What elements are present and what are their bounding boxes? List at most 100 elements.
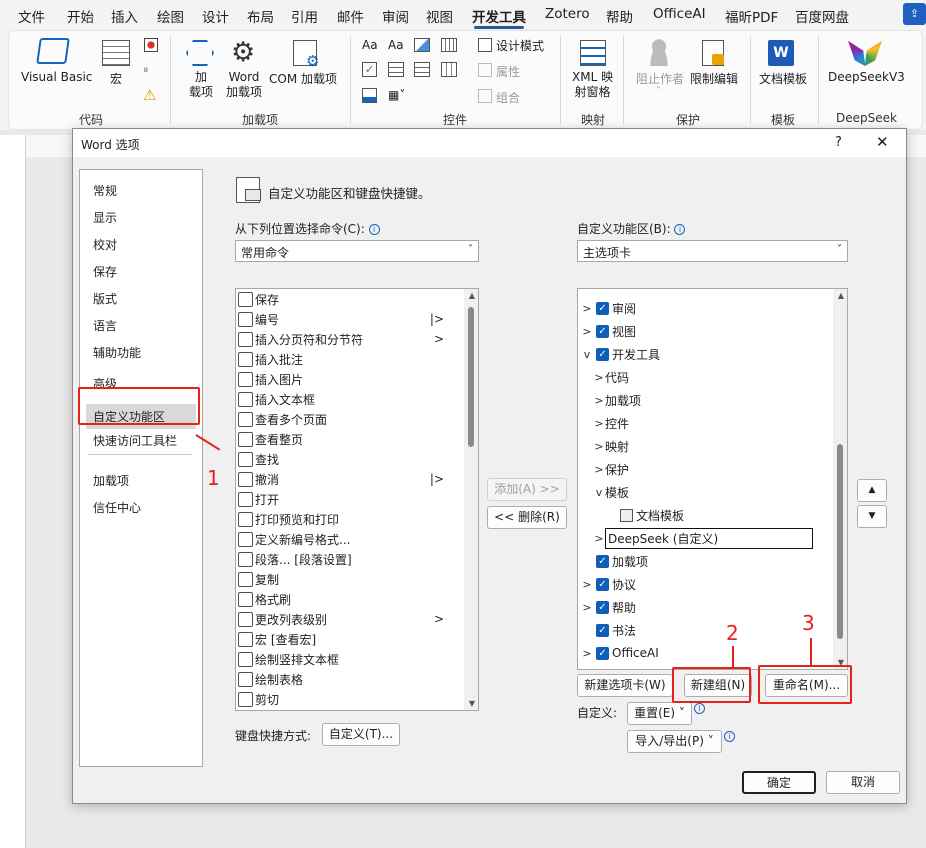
command-item[interactable]: 撤消 |>	[236, 469, 466, 489]
legacy-tools-icon[interactable]: ▦˅	[388, 88, 405, 102]
command-item[interactable]: 复制	[236, 569, 466, 589]
repeating-section-icon[interactable]	[362, 88, 377, 103]
ok-button[interactable]: 确定	[742, 771, 816, 794]
tree-item[interactable]: ✓ 加载项	[581, 550, 648, 572]
tree-item[interactable]: > 控件	[593, 412, 629, 434]
nav-item-9[interactable]: 快速访问工具栏	[93, 432, 177, 449]
checkbox-icon[interactable]: ✓	[596, 554, 609, 568]
chevron-right-icon[interactable]: >	[581, 601, 593, 614]
tree-item[interactable]: >✓福昕PDF	[581, 665, 659, 671]
chevron-down-icon[interactable]: v	[593, 486, 605, 499]
building-block-icon[interactable]	[441, 38, 457, 52]
dropdown-control-icon[interactable]	[414, 62, 430, 77]
menu-item-12[interactable]: 帮助	[606, 6, 633, 26]
scroll-down-icon[interactable]: ▼	[469, 699, 475, 708]
checkbox-icon[interactable]: ✓	[596, 670, 609, 671]
move-up-button[interactable]: ▲	[857, 479, 887, 502]
chevron-down-icon[interactable]: v	[581, 348, 593, 361]
command-item[interactable]: 绘制竖排文本框	[236, 649, 466, 669]
nav-item-1[interactable]: 显示	[93, 209, 117, 226]
restrict-editing-button[interactable]: 限制编辑	[690, 70, 738, 87]
command-item[interactable]: 插入图片	[236, 369, 466, 389]
nav-item-4[interactable]: 版式	[93, 290, 117, 307]
chevron-right-icon[interactable]: >	[593, 371, 605, 384]
nav-item-10[interactable]: 加载项	[93, 472, 129, 489]
tree-item[interactable]: > 映射	[593, 435, 629, 457]
command-item[interactable]: 保存	[236, 289, 466, 309]
tree-item[interactable]: > ✓ 帮助	[581, 596, 636, 618]
command-item[interactable]: 绘制表格	[236, 669, 466, 689]
com-addins-button[interactable]: COM 加载项	[269, 70, 337, 87]
checkbox-control-icon[interactable]: ✓	[362, 62, 377, 77]
command-item[interactable]: 段落... [段落设置]	[236, 549, 466, 569]
menu-item-11[interactable]: Zotero	[545, 6, 590, 22]
scroll-up-icon[interactable]: ▲	[838, 291, 844, 300]
checkbox-icon[interactable]: ✓	[596, 600, 609, 614]
nav-item-5[interactable]: 语言	[93, 317, 117, 334]
nav-item-11[interactable]: 信任中心	[93, 499, 141, 516]
share-button[interactable]: ⇪	[903, 3, 926, 25]
chevron-right-icon[interactable]: >	[581, 302, 593, 315]
menu-item-6[interactable]: 引用	[291, 6, 318, 26]
menu-item-9[interactable]: 视图	[426, 6, 453, 26]
tree-scroll-thumb[interactable]	[837, 444, 843, 639]
chevron-right-icon[interactable]: >	[581, 670, 593, 671]
tree-item[interactable]: v 模板	[593, 481, 629, 503]
command-item[interactable]: 插入文本框	[236, 389, 466, 409]
chevron-right-icon[interactable]: >	[593, 417, 605, 430]
tree-item[interactable]: > ✓ 协议	[581, 573, 636, 595]
macro-button[interactable]: 宏	[110, 70, 122, 87]
command-item[interactable]: 格式刷	[236, 589, 466, 609]
document-template-button[interactable]: 文档模板	[759, 70, 807, 87]
tree-item[interactable]: ✓ 书法	[581, 619, 636, 641]
design-mode-button[interactable]: 设计模式	[496, 37, 544, 54]
tree-item[interactable]: > 保护	[593, 458, 629, 480]
tree-item[interactable]: > ✓ 视图	[581, 320, 636, 342]
menu-item-4[interactable]: 设计	[202, 6, 229, 26]
checkbox-icon[interactable]: ✓	[596, 577, 609, 591]
visual-basic-button[interactable]: Visual Basic	[21, 70, 92, 84]
command-item[interactable]: 宏 [查看宏]	[236, 629, 466, 649]
menu-item-2[interactable]: 插入	[111, 6, 138, 26]
menu-item-14[interactable]: 福昕PDF	[725, 6, 778, 26]
menu-item-5[interactable]: 布局	[247, 6, 274, 26]
tree-item[interactable]: > 代码	[593, 366, 629, 388]
chevron-right-icon[interactable]: >	[593, 394, 605, 407]
command-item[interactable]: 查看多个页面	[236, 409, 466, 429]
picture-control-icon[interactable]	[414, 38, 430, 52]
properties-button[interactable]: 属性	[496, 63, 520, 80]
combo-box-control-icon[interactable]	[388, 62, 404, 77]
menu-item-3[interactable]: 绘图	[157, 6, 184, 26]
command-item[interactable]: 定义新编号格式...	[236, 529, 466, 549]
word-addins-button[interactable]: Word 加载项	[226, 70, 262, 100]
menu-item-0[interactable]: 文件	[18, 6, 45, 26]
combine-button[interactable]: 组合	[496, 89, 520, 106]
choose-commands-select[interactable]: 常用命令 ˅	[235, 240, 479, 262]
keyboard-customize-button[interactable]: 自定义(T)...	[322, 723, 400, 746]
move-down-button[interactable]: ▼	[857, 505, 887, 528]
cancel-button[interactable]: 取消	[826, 771, 900, 794]
reset-button[interactable]: 重置(E) ˅	[627, 702, 692, 725]
date-picker-icon[interactable]	[441, 62, 457, 77]
nav-item-3[interactable]: 保存	[93, 263, 117, 280]
checkbox-icon[interactable]: ✓	[596, 347, 609, 361]
checkbox-icon[interactable]: ✓	[596, 623, 609, 637]
commands-list[interactable]: 保存 编号 |> 插入分页符和分节符 > 插入批注 插入图片 插入文本框 查看多个页面 查看整页查…	[235, 288, 479, 711]
scroll-up-icon[interactable]: ▲	[469, 291, 475, 300]
record-macro-icon[interactable]	[144, 38, 158, 52]
menu-item-13[interactable]: OfficeAI	[653, 6, 706, 22]
chevron-right-icon[interactable]: >	[593, 532, 605, 545]
command-item[interactable]: 打开	[236, 489, 466, 509]
nav-item-6[interactable]: 辅助功能	[93, 344, 141, 361]
chevron-right-icon[interactable]: >	[581, 325, 593, 338]
tree-item[interactable]: > DeepSeek (自定义)	[593, 527, 813, 549]
checkbox-icon[interactable]: ✓	[596, 646, 609, 660]
chevron-right-icon[interactable]: >	[581, 578, 593, 591]
deepseek-v3-button[interactable]: DeepSeekV3	[828, 70, 905, 84]
chevron-right-icon[interactable]: >	[593, 440, 605, 453]
tree-item[interactable]: 文档模板	[605, 504, 684, 526]
close-icon[interactable]: ✕	[876, 133, 889, 151]
checkbox-icon[interactable]: ✓	[596, 301, 609, 315]
customize-ribbon-select[interactable]: 主选项卡 ˅	[577, 240, 848, 262]
menu-item-15[interactable]: 百度网盘	[795, 6, 849, 26]
